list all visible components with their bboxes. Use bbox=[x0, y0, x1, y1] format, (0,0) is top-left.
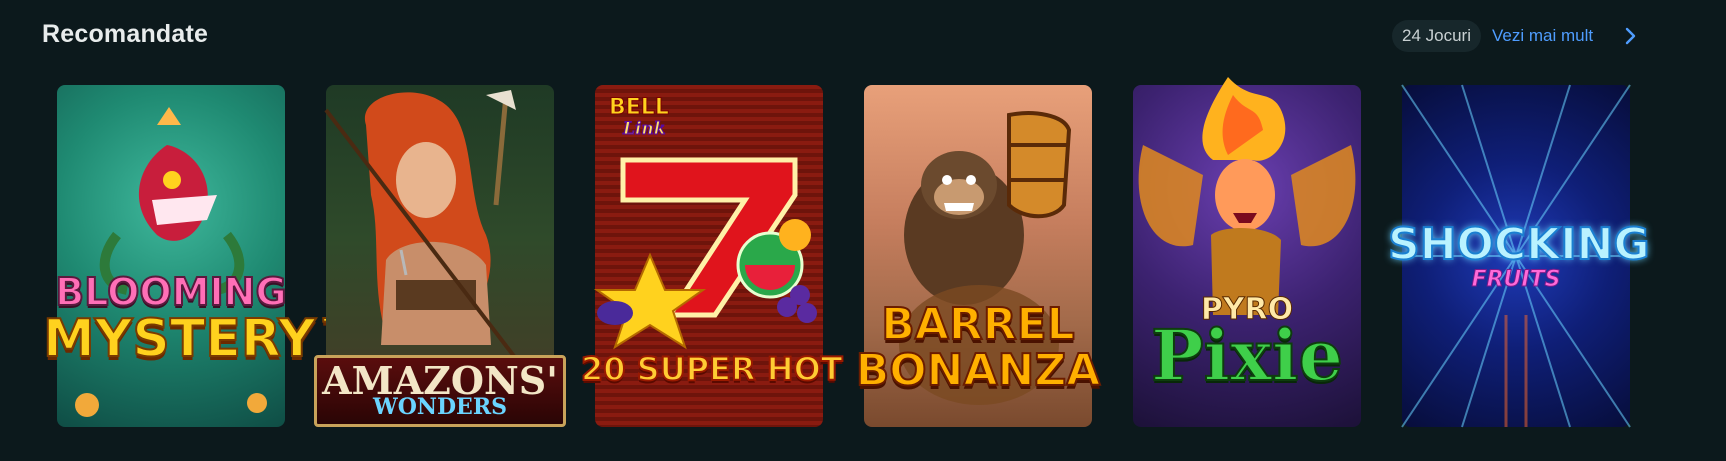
game-logo-line2: Pixie bbox=[1150, 314, 1344, 397]
game-logo-line1: BARREL bbox=[880, 299, 1075, 350]
game-card-amazons-wonders[interactable]: AMAZONS' WONDERS bbox=[314, 85, 566, 427]
game-logo-line2: FRUITS bbox=[1471, 267, 1561, 292]
game-logo-line2: BONANZA bbox=[855, 345, 1102, 396]
section-title: Recomandate bbox=[42, 20, 209, 48]
game-logo-line1: SHOCKING bbox=[1387, 219, 1651, 270]
see-more-link[interactable]: Vezi mai mult bbox=[1492, 20, 1593, 52]
game-logo-line1: 20 SUPER HOT bbox=[580, 350, 844, 388]
bell-link-logo: BELL bbox=[609, 95, 670, 120]
games-count-badge: 24 Jocuri bbox=[1392, 20, 1481, 52]
chevron-right-icon[interactable] bbox=[1618, 24, 1642, 48]
game-card-barrel-bonanza[interactable]: BARREL BONANZA bbox=[855, 85, 1101, 427]
game-card-20-super-hot[interactable]: BELL Link 20 SUPER HOT bbox=[580, 85, 844, 427]
game-logo-line2: MYSTERY™ bbox=[42, 309, 369, 369]
carnivorous-plant-icon bbox=[75, 107, 267, 417]
bell-link-logo-sub: Link bbox=[623, 119, 667, 139]
game-card-pyro-pixie[interactable]: PYRO Pixie bbox=[1133, 77, 1361, 427]
game-card-shocking-fruits[interactable]: SHOCKING FRUITS bbox=[1387, 84, 1651, 428]
game-logo-line1: BLOOMING bbox=[54, 270, 287, 314]
game-card-blooming-mystery[interactable]: BLOOMING MYSTERY™ bbox=[42, 85, 369, 427]
game-logo-line2: WONDERS bbox=[373, 394, 507, 420]
section-header: Recomandate 24 Jocuri Vezi mai mult bbox=[0, 0, 1726, 72]
